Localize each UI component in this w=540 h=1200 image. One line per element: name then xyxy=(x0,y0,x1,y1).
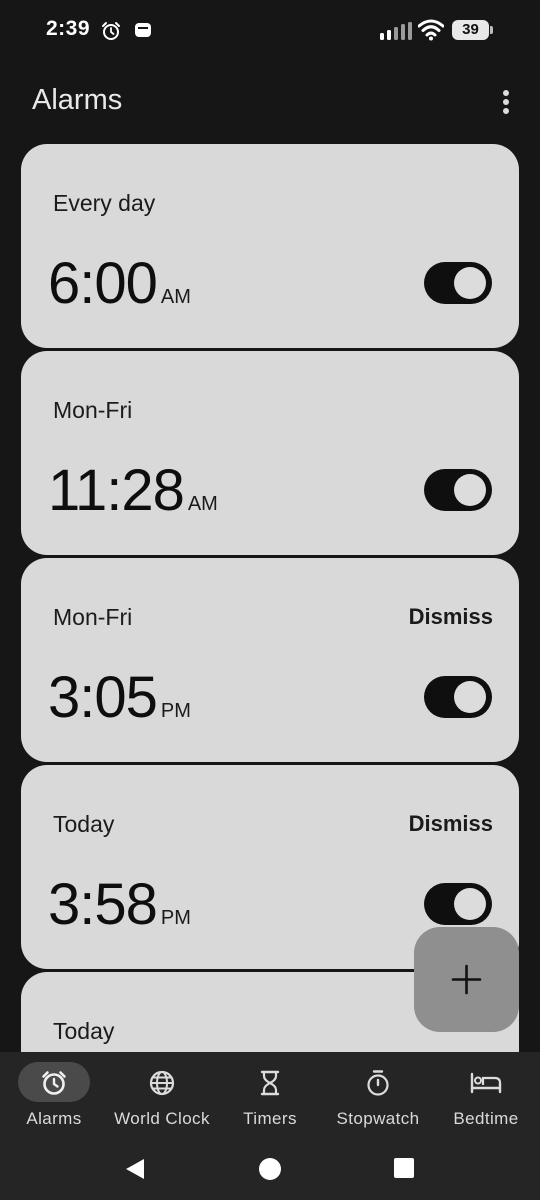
alarm-ampm: PM xyxy=(160,700,191,722)
stopwatch-icon xyxy=(367,1070,389,1096)
home-icon[interactable] xyxy=(258,1157,282,1186)
globe-icon xyxy=(149,1070,175,1096)
alarm-ampm: AM xyxy=(160,286,191,308)
toggle-knob xyxy=(454,474,486,506)
alarm-time[interactable]: 6:00 AM xyxy=(48,250,191,317)
nav-label: Bedtime xyxy=(453,1109,519,1128)
alarm-time[interactable]: 3:05 PM xyxy=(48,664,191,731)
nav-icon-container xyxy=(126,1062,198,1102)
notification-icon xyxy=(133,20,153,45)
alarm-days: Mon-Fri xyxy=(53,604,133,630)
nav-label: Stopwatch xyxy=(336,1109,420,1128)
battery-tip xyxy=(490,26,493,34)
bottom-navigation: Alarms World Clock Timers Stopwatch Bedt… xyxy=(0,1052,540,1140)
add-alarm-button[interactable] xyxy=(414,927,519,1032)
alarm-toggle[interactable] xyxy=(424,469,492,511)
alarm-card[interactable]: Mon-Fri 11:28 AM xyxy=(21,351,519,555)
nav-label: Alarms xyxy=(26,1109,82,1128)
clock-app-screen: 2:39 39 Alarms Every day 6:00 AM Mon-Fri… xyxy=(0,0,540,1200)
alarm-time-value: 6:00 xyxy=(48,251,158,316)
alarm-card[interactable]: Every day 6:00 AM xyxy=(21,144,519,348)
toggle-knob xyxy=(454,267,486,299)
nav-icon-container xyxy=(450,1062,522,1102)
alarm-ampm: AM xyxy=(187,493,218,515)
hourglass-icon xyxy=(260,1070,280,1096)
bed-icon xyxy=(470,1072,502,1094)
alarm-card[interactable]: Mon-Fri Dismiss 3:05 PM xyxy=(21,558,519,762)
more-vert-icon xyxy=(503,90,509,114)
toggle-knob xyxy=(454,681,486,713)
alarm-toggle[interactable] xyxy=(424,883,492,925)
signal-icon xyxy=(380,22,412,45)
alarm-time-value: 3:58 xyxy=(48,872,158,937)
system-navigation-bar xyxy=(0,1140,540,1200)
alarm-clock-icon xyxy=(100,20,122,47)
status-time: 2:39 xyxy=(46,17,91,40)
back-icon[interactable] xyxy=(124,1157,146,1186)
status-bar: 2:39 39 xyxy=(0,0,540,62)
nav-item-stopwatch[interactable]: Stopwatch xyxy=(324,1052,432,1140)
nav-icon-container xyxy=(234,1062,306,1102)
battery-level: 39 xyxy=(452,20,489,40)
alarm-toggle[interactable] xyxy=(424,676,492,718)
alarm-days: Today xyxy=(53,811,115,837)
battery-icon: 39 xyxy=(452,20,494,42)
nav-item-world-clock[interactable]: World Clock xyxy=(108,1052,216,1140)
alarm-days: Mon-Fri xyxy=(53,397,133,423)
nav-active-indicator xyxy=(18,1062,90,1102)
alarm-time[interactable]: 3:58 PM xyxy=(48,871,191,938)
recents-icon[interactable] xyxy=(394,1158,414,1183)
nav-item-bedtime[interactable]: Bedtime xyxy=(432,1052,540,1140)
nav-label: Timers xyxy=(243,1109,297,1128)
plus-icon xyxy=(451,964,482,995)
more-options-button[interactable] xyxy=(492,88,520,118)
alarm-time-value: 11:28 xyxy=(48,458,185,523)
nav-label: World Clock xyxy=(114,1109,210,1128)
alarm-toggle[interactable] xyxy=(424,262,492,304)
toggle-knob xyxy=(454,888,486,920)
wifi-icon xyxy=(417,19,445,46)
nav-item-timers[interactable]: Timers xyxy=(216,1052,324,1140)
alarm-days: Every day xyxy=(53,190,156,216)
alarm-time[interactable]: 11:28 AM xyxy=(48,457,218,524)
alarm-time-value: 3:05 xyxy=(48,665,158,730)
dismiss-button[interactable]: Dismiss xyxy=(409,811,493,837)
alarm-icon xyxy=(42,1071,66,1095)
page-title: Alarms xyxy=(32,84,123,116)
alarm-ampm: PM xyxy=(160,907,191,929)
dismiss-button[interactable]: Dismiss xyxy=(409,604,493,630)
nav-icon-container xyxy=(342,1062,414,1102)
nav-item-alarms[interactable]: Alarms xyxy=(0,1052,108,1140)
alarm-days: Today xyxy=(53,1018,115,1044)
